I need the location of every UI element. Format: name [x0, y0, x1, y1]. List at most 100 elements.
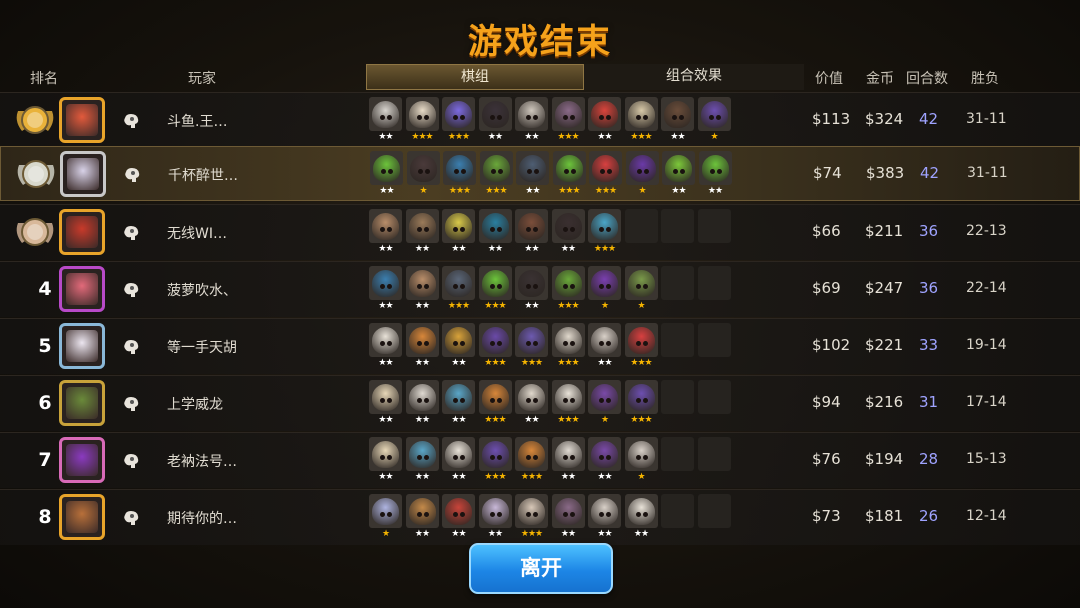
unit-icon[interactable] — [552, 151, 586, 185]
gold-medal-icon — [14, 101, 56, 139]
player-avatar[interactable] — [59, 266, 105, 312]
unit-icon[interactable] — [588, 380, 621, 414]
unit-icon[interactable] — [369, 97, 402, 131]
unit-face — [409, 155, 437, 182]
unit-icon[interactable] — [551, 494, 585, 528]
unit-icon[interactable] — [624, 266, 658, 300]
player-avatar[interactable] — [59, 437, 105, 483]
unit-icon[interactable] — [405, 437, 439, 471]
unit-icon[interactable] — [478, 97, 512, 131]
unit-icon[interactable] — [697, 97, 731, 131]
unit-icon[interactable] — [551, 323, 585, 357]
unit-eye — [533, 341, 538, 346]
unit-icon[interactable] — [624, 323, 658, 357]
player-row[interactable]: 5 等一手天胡 ★★ ★★ ★★ ★★★ ★★★ ★★★ ★★ ★★★ $102 $221 33 19-1… — [0, 318, 1080, 374]
unit-icon[interactable] — [405, 323, 439, 357]
unit-icon[interactable] — [443, 151, 476, 185]
unit-icon[interactable] — [478, 437, 512, 471]
player-avatar[interactable] — [59, 323, 105, 369]
player-rounds: 28 — [919, 450, 939, 468]
unit-icon[interactable] — [515, 437, 548, 471]
unit-icon[interactable] — [515, 323, 548, 357]
player-row[interactable]: 8 期待你的… ★ ★★ ★★ ★★ ★★★ ★★ ★★ ★★ $73 $181 26 12-14 — [0, 489, 1080, 545]
unit-icon[interactable] — [588, 266, 621, 300]
unit-icon[interactable] — [405, 209, 439, 243]
unit-icon[interactable] — [515, 380, 548, 414]
unit-eye — [635, 284, 641, 289]
unit-icon[interactable] — [515, 494, 548, 528]
unit-icon[interactable] — [698, 151, 732, 185]
unit-eye — [490, 169, 496, 174]
unit-icon[interactable] — [405, 97, 439, 131]
unit-face — [518, 441, 545, 468]
unit-icon[interactable] — [661, 97, 694, 131]
player-row[interactable]: 无线WI… ★★ ★★ ★★ ★★ ★★ ★★ ★★★ $66 $211 36 22-13 — [0, 204, 1080, 260]
player-row[interactable]: 斗鱼.王… ★★ ★★★ ★★★ ★★ ★★ ★★★ ★★ ★★★ ★★ ★ $113 $324 42 31… — [0, 92, 1080, 148]
unit-icon[interactable] — [551, 209, 585, 243]
unit-icon[interactable] — [442, 266, 475, 300]
unit-icon[interactable] — [662, 151, 695, 185]
unit-icon[interactable] — [406, 151, 440, 185]
unit-icon[interactable] — [624, 380, 658, 414]
player-row[interactable]: 4 菠萝吹水、 ★★ ★★ ★★★ ★★★ ★★ ★★★ ★ ★ $69 $247 36 22-14 — [0, 261, 1080, 317]
unit-icon[interactable] — [442, 323, 475, 357]
unit-icon[interactable] — [405, 266, 439, 300]
unit-icon[interactable] — [551, 97, 585, 131]
unit-icon[interactable] — [369, 494, 402, 528]
unit-face — [627, 384, 655, 411]
unit-icon[interactable] — [588, 97, 621, 131]
unit-icon[interactable] — [442, 380, 475, 414]
unit-icon[interactable] — [369, 437, 402, 471]
unit-icon[interactable] — [369, 380, 402, 414]
player-avatar[interactable] — [60, 151, 106, 197]
player-name: 斗鱼.王… — [167, 114, 228, 130]
unit-icon[interactable] — [479, 151, 513, 185]
unit-stars: ★★ — [451, 472, 466, 482]
unit-icon[interactable] — [369, 266, 402, 300]
unit-icon[interactable] — [405, 380, 439, 414]
unit-icon[interactable] — [516, 151, 549, 185]
unit-icon[interactable] — [551, 266, 585, 300]
player-winloss: 22-13 — [966, 223, 1007, 239]
unit-icon[interactable] — [624, 97, 658, 131]
unit-icon[interactable] — [370, 151, 403, 185]
unit-eye — [387, 227, 392, 232]
unit-icon[interactable] — [588, 209, 621, 243]
unit-icon[interactable] — [478, 266, 512, 300]
unit-icon[interactable] — [442, 437, 475, 471]
player-row[interactable]: 千杯醉世… ★★ ★ ★★★ ★★★ ★★ ★★★ ★★★ ★ ★★ ★★ $74 $383 42 31-1… — [0, 146, 1080, 201]
unit-icon[interactable] — [515, 266, 548, 300]
player-row[interactable]: 6 上学威龙 ★★ ★★ ★★ ★★★ ★★ ★★★ ★ ★★★ $94 $216 31 17-14 — [0, 375, 1080, 431]
unit-icon[interactable] — [624, 494, 658, 528]
unit-icon[interactable] — [405, 494, 439, 528]
player-avatar[interactable] — [59, 380, 105, 426]
tab-synergy[interactable]: 组合效果 — [584, 64, 804, 90]
unit-icon[interactable] — [515, 209, 548, 243]
unit-stars: ★ — [600, 415, 609, 425]
unit-icon[interactable] — [478, 209, 512, 243]
unit-icon[interactable] — [588, 323, 621, 357]
unit-icon[interactable] — [515, 97, 548, 131]
unit-eye — [453, 341, 458, 346]
player-avatar[interactable] — [59, 494, 105, 540]
unit-icon[interactable] — [551, 380, 585, 414]
player-avatar[interactable] — [59, 97, 105, 143]
unit-icon[interactable] — [442, 97, 475, 131]
player-avatar[interactable] — [59, 209, 105, 255]
unit-icon[interactable] — [369, 323, 402, 357]
unit-icon[interactable] — [551, 437, 585, 471]
player-row[interactable]: 7 老衲法号… ★★ ★★ ★★ ★★★ ★★★ ★★ ★★ ★ $76 $194 28 15-13 — [0, 432, 1080, 488]
tab-pieces[interactable]: 棋组 — [366, 64, 584, 90]
unit-icon[interactable] — [478, 380, 512, 414]
unit-icon[interactable] — [442, 209, 475, 243]
unit-icon[interactable] — [442, 494, 475, 528]
unit-icon[interactable] — [625, 151, 659, 185]
unit-icon[interactable] — [369, 209, 402, 243]
unit-icon[interactable] — [478, 323, 512, 357]
unit-icon[interactable] — [588, 494, 621, 528]
unit-icon[interactable] — [588, 437, 621, 471]
unit-icon[interactable] — [478, 494, 512, 528]
leave-button[interactable]: 离开 — [469, 543, 613, 594]
unit-icon[interactable] — [624, 437, 658, 471]
unit-icon[interactable] — [589, 151, 622, 185]
